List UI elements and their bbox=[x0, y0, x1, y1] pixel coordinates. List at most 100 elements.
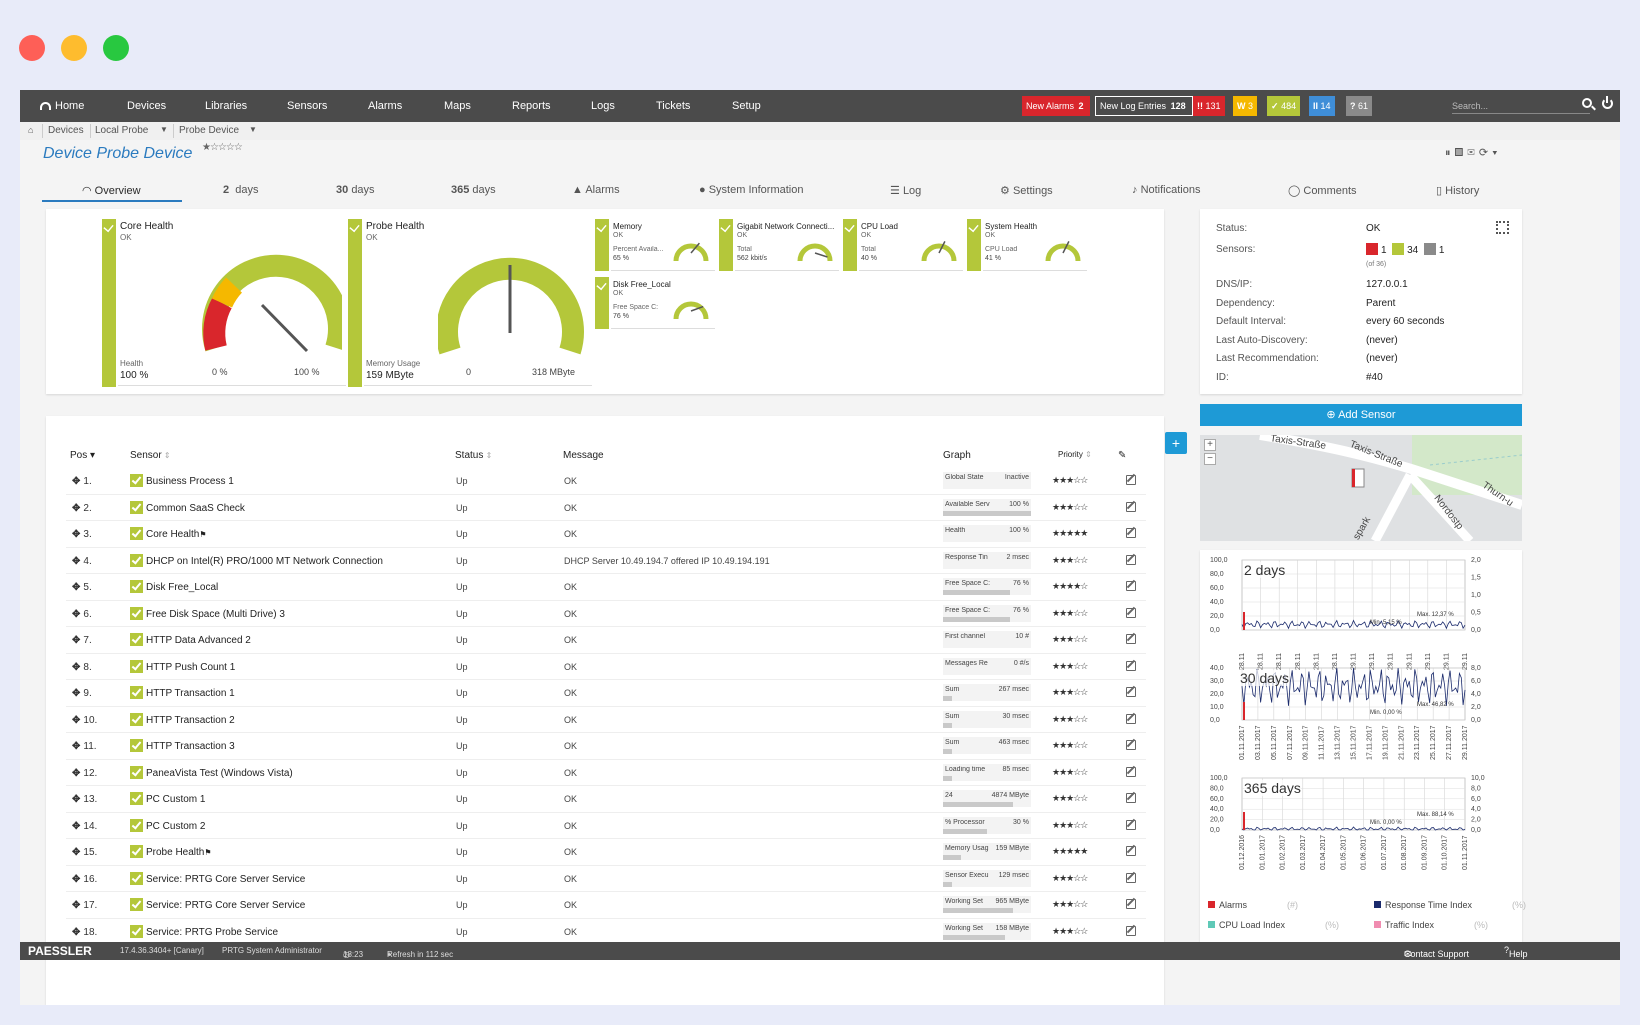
sensor-name-link[interactable]: Service: PRTG Core Server Service bbox=[146, 900, 305, 911]
nav-alarms[interactable]: Alarms bbox=[368, 100, 402, 112]
col-sensor[interactable]: Sensor bbox=[130, 450, 171, 461]
sensor-name-link[interactable]: HTTP Transaction 2 bbox=[146, 715, 235, 726]
move-handle-icon[interactable]: ✥ bbox=[72, 715, 80, 726]
mini-graph[interactable]: Working Set 965 MByte bbox=[943, 896, 1031, 913]
nav-tickets[interactable]: Tickets bbox=[656, 100, 690, 112]
crumb-probe-device[interactable]: Probe Device bbox=[179, 125, 239, 136]
move-handle-icon[interactable]: ✥ bbox=[72, 874, 80, 885]
nav-libraries[interactable]: Libraries bbox=[205, 100, 247, 112]
mini-graph[interactable]: Sensor Execu 129 msec bbox=[943, 869, 1031, 887]
help-link[interactable]: ? Help bbox=[1504, 945, 1528, 959]
table-row[interactable]: ✥ 3. Core Health⚑ Up OK Health 100 % ★★★★★ bbox=[66, 521, 1146, 548]
edit-icon[interactable] bbox=[1126, 634, 1136, 644]
tab-alarms[interactable]: ▲ Alarms bbox=[572, 184, 620, 196]
edit-icon[interactable] bbox=[1126, 872, 1136, 883]
nav-reports[interactable]: Reports bbox=[512, 100, 551, 112]
priority-stars[interactable]: ★★★☆☆ bbox=[1052, 555, 1088, 566]
table-row[interactable]: ✥ 15. Probe Health⚑ Up OK Memory Usag 159 MByt… bbox=[66, 839, 1146, 866]
edit-icon[interactable] bbox=[1126, 925, 1136, 936]
edit-icon[interactable] bbox=[1126, 501, 1136, 512]
qr-code-icon[interactable] bbox=[1496, 221, 1509, 234]
tab-comments[interactable]: ◯ Comments bbox=[1288, 184, 1357, 197]
sensor-name-link[interactable]: DHCP on Intel(R) PRO/1000 MT Network Con… bbox=[146, 556, 383, 567]
priority-stars[interactable]: ★★★☆☆ bbox=[1052, 475, 1088, 486]
chevron-down-icon[interactable]: ▼ bbox=[160, 125, 168, 134]
nav-devices[interactable]: Devices bbox=[127, 100, 166, 112]
status-badge[interactable]: ? 61 bbox=[1346, 96, 1373, 116]
sensor-name-link[interactable]: Service: PRTG Probe Service bbox=[146, 927, 278, 938]
row-position[interactable]: ✥ 13. bbox=[72, 794, 97, 805]
small-gauge[interactable]: Memory OK Percent Availa... 65 % bbox=[595, 219, 715, 271]
row-position[interactable]: ✥ 12. bbox=[72, 768, 97, 779]
table-row[interactable]: ✥ 4. DHCP on Intel(R) PRO/1000 MT Network … bbox=[66, 548, 1146, 574]
row-position[interactable]: ✥ 3. bbox=[72, 529, 92, 540]
sensor-name-link[interactable]: Free Disk Space (Multi Drive) 3 bbox=[146, 609, 285, 620]
mini-graph[interactable]: Health 100 % bbox=[943, 525, 1031, 542]
crumb-devices[interactable]: Devices bbox=[48, 125, 84, 136]
move-handle-icon[interactable]: ✥ bbox=[72, 821, 80, 832]
sensor-name-link[interactable]: Common SaaS Check bbox=[146, 503, 245, 514]
add-sensor-plus-button[interactable]: + bbox=[1165, 432, 1187, 454]
edit-icon[interactable] bbox=[1126, 660, 1136, 671]
row-position[interactable]: ✥ 4. bbox=[72, 556, 92, 567]
move-handle-icon[interactable]: ✥ bbox=[72, 476, 80, 487]
move-handle-icon[interactable]: ✥ bbox=[72, 556, 80, 567]
edit-icon[interactable] bbox=[1126, 475, 1136, 485]
col-message[interactable]: Message bbox=[563, 450, 604, 461]
mini-graph[interactable]: Sum 463 msec bbox=[943, 737, 1031, 754]
device-priority-stars[interactable]: ★☆☆☆☆ bbox=[202, 142, 243, 153]
priority-stars[interactable]: ★★★☆☆ bbox=[1052, 502, 1088, 513]
priority-stars[interactable]: ★★★★★ bbox=[1052, 846, 1088, 857]
add-sensor-button[interactable]: ⊕ Add Sensor bbox=[1200, 404, 1522, 426]
mini-graph[interactable]: % Processor 30 % bbox=[943, 816, 1031, 834]
tab-system-information[interactable]: ● System Information bbox=[699, 184, 803, 196]
mini-graph[interactable]: First channel 10 # bbox=[943, 631, 1031, 648]
priority-stars[interactable]: ★★★☆☆ bbox=[1052, 687, 1088, 698]
move-handle-icon[interactable]: ✥ bbox=[72, 662, 80, 673]
footer-user[interactable]: PRTG System Administrator bbox=[222, 946, 322, 955]
tab-2-days[interactable]: 2 days bbox=[223, 184, 259, 196]
legend-item[interactable]: CPU Load Index (%) bbox=[1208, 920, 1339, 930]
edit-icon[interactable] bbox=[1126, 687, 1136, 697]
mini-graph[interactable]: Messages Re 0 #/s bbox=[943, 657, 1031, 675]
table-row[interactable]: ✥ 17. Service: PRTG Core Server Service Up O… bbox=[66, 892, 1146, 919]
status-badge[interactable]: !! 131 bbox=[1193, 96, 1225, 116]
tab-log[interactable]: ☰ Log bbox=[890, 184, 921, 197]
sensor-name-link[interactable]: HTTP Data Advanced 2 bbox=[146, 635, 251, 646]
priority-stars[interactable]: ★★★☆☆ bbox=[1052, 793, 1088, 804]
mini-graph[interactable]: Global State Inactive bbox=[943, 472, 1031, 489]
tab-notifications[interactable]: ♪ Notifications bbox=[1132, 184, 1200, 196]
small-gauge[interactable]: Gigabit Network Connecti... OK Total 562 kb… bbox=[719, 219, 839, 271]
row-position[interactable]: ✥ 5. bbox=[72, 582, 92, 593]
nav-logs[interactable]: Logs bbox=[591, 100, 615, 112]
mini-graph[interactable]: Memory Usag 159 MByte bbox=[943, 843, 1031, 860]
table-row[interactable]: ✥ 12. PaneaVista Test (Windows Vista) Up OK L… bbox=[66, 760, 1146, 786]
mini-graph[interactable]: Sum 267 msec bbox=[943, 684, 1031, 701]
chevron-down-icon[interactable]: ▼ bbox=[249, 125, 257, 134]
priority-stars[interactable]: ★★★☆☆ bbox=[1052, 820, 1088, 831]
status-badge[interactable]: W 3 bbox=[1233, 96, 1258, 116]
home-crumb-icon[interactable]: ⌂ bbox=[28, 125, 33, 135]
nav-home[interactable]: Home bbox=[40, 100, 84, 112]
edit-icon[interactable] bbox=[1126, 713, 1136, 724]
geo-map[interactable]: + − Taxis-Straße Taxis-Straße Thurn-u No… bbox=[1200, 435, 1522, 541]
mini-graph[interactable]: Working Set 158 MByte bbox=[943, 922, 1031, 940]
edit-icon[interactable] bbox=[1126, 554, 1136, 565]
priority-stars[interactable]: ★★★☆☆ bbox=[1052, 608, 1088, 619]
priority-stars[interactable]: ★★★☆☆ bbox=[1052, 634, 1088, 645]
sensor-counts[interactable]: 1 34 1 bbox=[1366, 243, 1444, 256]
priority-stars[interactable]: ★★★☆☆ bbox=[1052, 740, 1088, 751]
priority-stars[interactable]: ★★★☆☆ bbox=[1052, 926, 1088, 937]
tab-30-days[interactable]: 30 days bbox=[336, 184, 375, 196]
move-handle-icon[interactable]: ✥ bbox=[72, 582, 80, 593]
move-handle-icon[interactable]: ✥ bbox=[72, 503, 80, 514]
edit-icon[interactable] bbox=[1126, 766, 1136, 777]
mini-graph[interactable]: Response Tin 2 msec bbox=[943, 551, 1031, 569]
row-position[interactable]: ✥ 18. bbox=[72, 927, 97, 938]
small-gauge[interactable]: System Health OK CPU Load 41 % bbox=[967, 219, 1087, 271]
tab-365-days[interactable]: 365 days bbox=[451, 184, 496, 196]
tab-overview[interactable]: ◠ Overview bbox=[82, 184, 141, 197]
edit-icon[interactable] bbox=[1126, 581, 1136, 591]
edit-columns-icon[interactable]: ✎ bbox=[1118, 450, 1126, 461]
row-position[interactable]: ✥ 6. bbox=[72, 609, 92, 620]
